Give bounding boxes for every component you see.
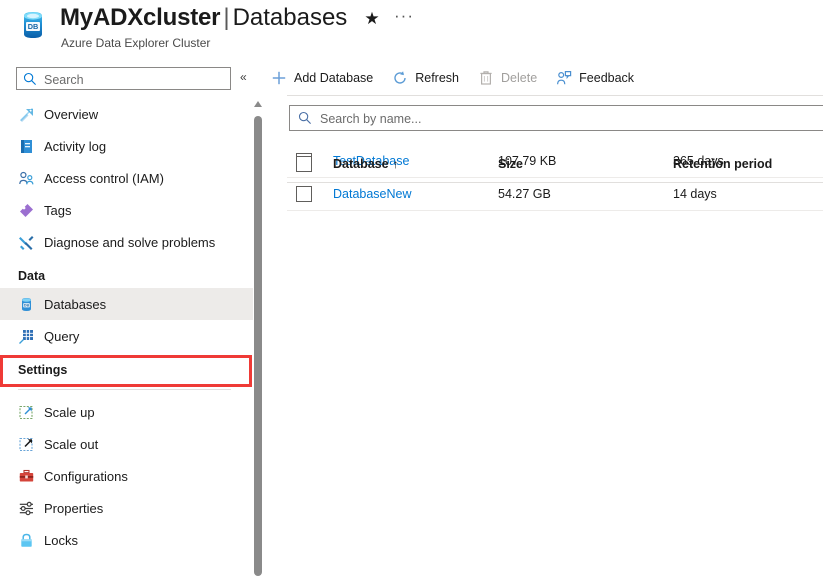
sidebar-item-label: Diagnose and solve problems [44,235,215,250]
sidebar-item-label: Tags [44,203,71,218]
sidebar-item-activity-log[interactable]: Activity log [0,130,253,162]
refresh-icon [392,70,408,86]
sidebar-item-configurations[interactable]: Configurations [0,460,253,492]
svg-text:DB: DB [24,303,30,307]
page-header: DB MyADXcluster|Databases Azure Data Exp… [0,0,823,56]
column-header-database[interactable]: Database↑ [333,157,498,171]
sidebar-item-overview[interactable]: Overview [0,98,253,130]
sidebar: « Overview Acti [0,56,253,576]
sidebar-item-label: Configurations [44,469,128,484]
sidebar-item-diagnose[interactable]: Diagnose and solve problems [0,226,253,258]
database-filter-input[interactable] [318,106,823,132]
database-filter[interactable] [289,105,823,131]
access-control-icon [18,170,35,187]
sidebar-item-databases[interactable]: DB Databases [0,288,253,320]
title-separator: | [220,4,232,31]
column-label: Size [498,157,523,171]
column-label: Retention period [673,157,772,171]
properties-icon [18,500,35,517]
refresh-button[interactable]: Refresh [384,63,470,93]
resource-name: MyADXcluster [60,4,220,31]
database-cylinder-icon: DB [16,8,50,42]
sidebar-item-label: Locks [44,533,78,548]
sidebar-item-label: Scale out [44,437,98,452]
star-icon[interactable]: ★ [362,9,382,29]
sidebar-item-label: Activity log [44,139,106,154]
cell-retention: 14 days [673,187,823,201]
sidebar-search-input[interactable] [42,68,231,91]
toolbar-button-label: Refresh [415,71,459,85]
query-icon [18,328,35,345]
databases-icon: DB [18,296,35,313]
resource-subtitle: Azure Data Explorer Cluster [61,36,210,50]
column-label: Database [333,157,389,171]
select-all-cell[interactable] [287,156,333,172]
table-header-row: Database↑ Size Retention period [287,145,823,183]
toolbar-button-label: Add Database [294,71,373,85]
sidebar-item-label: Access control (IAM) [44,171,164,186]
row-checkbox[interactable] [296,186,312,202]
toolbar-button-label: Delete [501,71,537,85]
database-link[interactable]: DatabaseNew [333,187,412,201]
sidebar-divider [18,389,231,390]
page-title: MyADXcluster|Databases [60,3,347,33]
add-database-button[interactable]: Add Database [263,63,384,93]
sidebar-item-tags[interactable]: Tags [0,194,253,226]
search-icon [23,72,37,86]
column-header-retention[interactable]: Retention period [673,157,823,171]
toolbar-button-label: Feedback [579,71,634,85]
db-badge-text: DB [28,22,39,31]
feedback-button[interactable]: Feedback [548,63,645,93]
feedback-person-icon [556,70,572,86]
sidebar-item-query[interactable]: Query [0,320,253,352]
activity-log-icon [18,138,35,155]
plus-icon [271,70,287,86]
delete-button: Delete [470,63,548,93]
command-toolbar: Add Database Refresh Dele [263,62,645,94]
select-all-checkbox[interactable] [296,156,312,172]
sidebar-item-locks[interactable]: Locks [0,524,253,556]
sidebar-section-settings: Settings [0,352,253,382]
sidebar-search[interactable] [16,67,231,90]
tags-icon [18,202,35,219]
sidebar-item-label: Overview [44,107,98,122]
column-header-size[interactable]: Size [498,157,673,171]
content-area: Add Database Refresh Dele [263,56,823,576]
sidebar-item-label: Databases [44,297,106,312]
scale-out-icon [18,436,35,453]
sidebar-item-access-control[interactable]: Access control (IAM) [0,162,253,194]
cell-size: 54.27 GB [498,187,673,201]
page-name: Databases [233,4,348,31]
sidebar-scrollbar[interactable] [253,56,263,576]
sidebar-item-properties[interactable]: Properties [0,492,253,524]
scale-up-icon [18,404,35,421]
sidebar-section-data: Data [0,258,253,288]
trash-icon [478,70,494,86]
diagnose-icon [18,234,35,251]
sidebar-item-label: Scale up [44,405,95,420]
sort-ascending-icon: ↑ [389,157,399,171]
scrollbar-thumb[interactable] [254,116,262,576]
cell-database-name: DatabaseNew [333,187,498,201]
toolbar-divider [287,95,823,96]
sidebar-item-scale-out[interactable]: Scale out [0,428,253,460]
sidebar-item-label: Properties [44,501,103,516]
databases-table: Database↑ Size Retention period TestData… [287,145,823,211]
sidebar-nav-list: Overview Activity log [0,98,253,556]
sidebar-item-scale-up[interactable]: Scale up [0,396,253,428]
configurations-icon [18,468,35,485]
overview-icon [18,106,35,123]
double-chevron-left-icon[interactable]: « [240,70,247,84]
search-icon [298,111,312,125]
scroll-up-arrow-icon[interactable] [254,101,262,107]
row-select-cell[interactable] [287,186,333,202]
sidebar-item-label: Query [44,329,79,344]
ellipsis-icon[interactable]: ··· [393,6,415,28]
locks-icon [18,532,35,549]
